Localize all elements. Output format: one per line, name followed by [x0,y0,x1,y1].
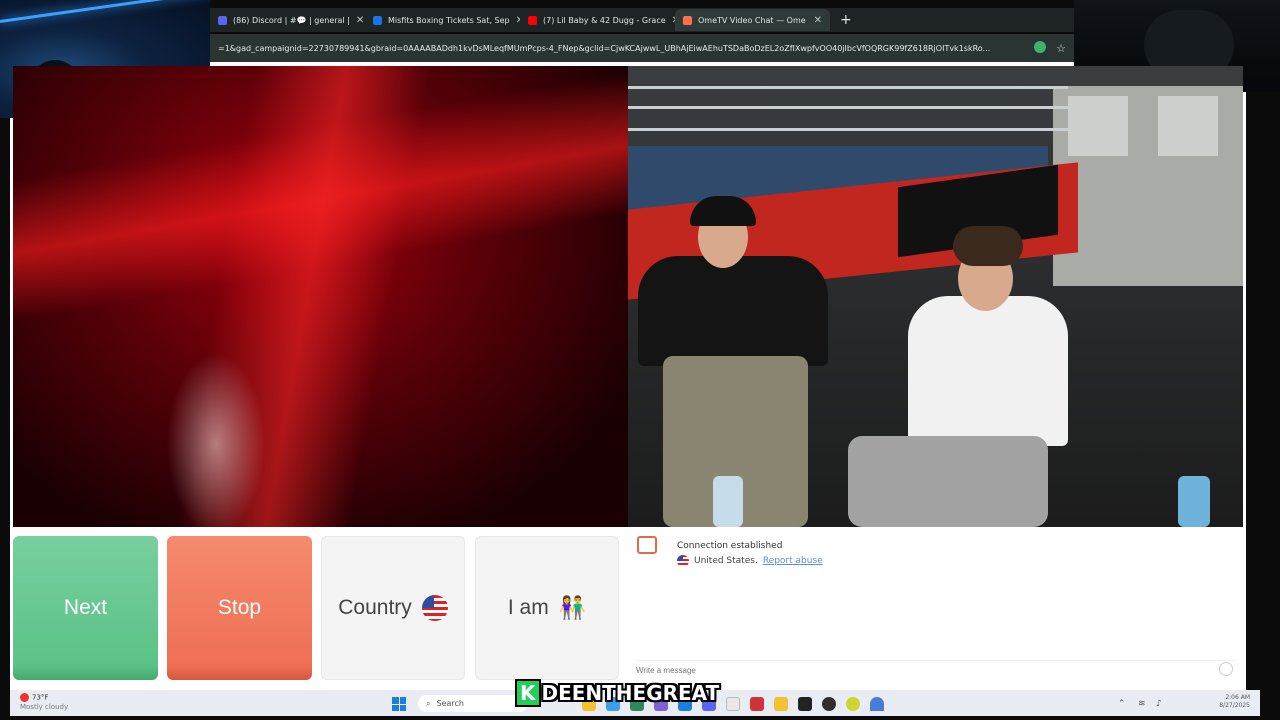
tab-label: OmeTV Video Chat — Ome [698,15,806,25]
volume-icon[interactable]: ♪ [1156,699,1162,709]
stop-label: Stop [217,596,262,619]
chevron-up-icon[interactable]: ⌃ [1118,699,1126,709]
app-icon[interactable] [870,697,884,711]
iam-label: I am [507,596,549,619]
next-label: Next [63,596,108,619]
app-icon[interactable] [774,697,788,711]
clock-date: 8/27/2025 [1219,702,1250,709]
country-label: Country [338,596,412,619]
url-text[interactable]: =1&gad_campaignid=22730789941&gbraid=0AA… [218,44,1024,53]
app-icon[interactable] [846,697,860,711]
weather-temp: 73°F [32,693,49,702]
tab-ometv[interactable]: OmeTV Video Chat — Ome ✕ [675,9,830,31]
app-icon[interactable] [750,697,764,711]
app-icon[interactable] [726,697,740,711]
browser-tab-strip: (86) Discord | #💬 | general | ✕ Misfits … [210,8,1074,32]
tab-misfits[interactable]: Misfits Boxing Tickets Sat, Sep ✕ [365,9,520,31]
app-icon[interactable] [798,697,812,711]
search-label: Search [436,699,464,708]
app-icon[interactable] [822,697,836,711]
next-button[interactable]: Next [13,536,158,680]
windows-start-icon[interactable] [392,697,406,711]
tab-youtube[interactable]: (7) Lil Baby & 42 Dugg - Grace ✕ [520,9,675,31]
connection-status: Connection established [677,541,783,551]
discord-favicon-icon [218,15,227,25]
ometv-favicon-icon [683,15,692,25]
weather-icon [20,693,29,702]
connection-country-row: United States. Report abuse [677,555,823,567]
streamer-watermark: K DEENTHEGREAT [511,679,723,707]
us-flag-icon [677,555,689,567]
close-icon[interactable]: ✕ [356,15,364,26]
star-icon[interactable]: ☆ [1056,42,1066,55]
report-abuse-link[interactable]: Report abuse [763,556,823,566]
local-video [13,66,628,527]
tab-discord[interactable]: (86) Discord | #💬 | general | ✕ [210,9,365,31]
address-bar[interactable]: =1&gad_campaignid=22730789941&gbraid=0AA… [210,34,1074,62]
remote-video [628,66,1243,527]
chat-panel: Connection established United States. Re… [628,530,1243,682]
couple-icon: 👫 [558,595,587,620]
wifi-icon[interactable]: ≋ [1138,699,1146,709]
gender-button[interactable]: I am 👫 [475,536,619,680]
stop-button[interactable]: Stop [167,536,312,680]
tab-label: (7) Lil Baby & 42 Dugg - Grace [543,15,666,25]
divider [636,660,1236,661]
clock[interactable]: 2:06 AM 8/27/2025 [1219,694,1250,710]
extension-icon[interactable] [1034,40,1047,56]
watermark-k: K [515,679,541,707]
close-icon[interactable]: ✕ [814,15,822,26]
emoji-icon[interactable] [1219,662,1233,676]
weather-desc: Mostly cloudy [20,702,69,711]
search-icon: ⌕ [426,698,431,708]
tab-label: Misfits Boxing Tickets Sat, Sep [388,15,510,25]
clock-time: 2:06 AM [1225,694,1250,701]
screen: (86) Discord | #💬 | general | ✕ Misfits … [0,0,1280,720]
watermark-text: DEENTHEGREAT [541,681,720,705]
tab-label: (86) Discord | #💬 | general | [233,15,350,25]
connection-country: United States. [694,556,758,566]
chat-tv-icon [637,536,657,554]
country-button[interactable]: Country [321,536,465,680]
new-tab-button[interactable]: + [830,12,862,28]
youtube-favicon-icon [528,15,537,25]
message-input[interactable] [636,663,1216,677]
us-flag-icon [421,595,448,621]
weather-widget[interactable]: 73°F Mostly cloudy [20,693,68,712]
misfits-favicon-icon [373,15,382,25]
